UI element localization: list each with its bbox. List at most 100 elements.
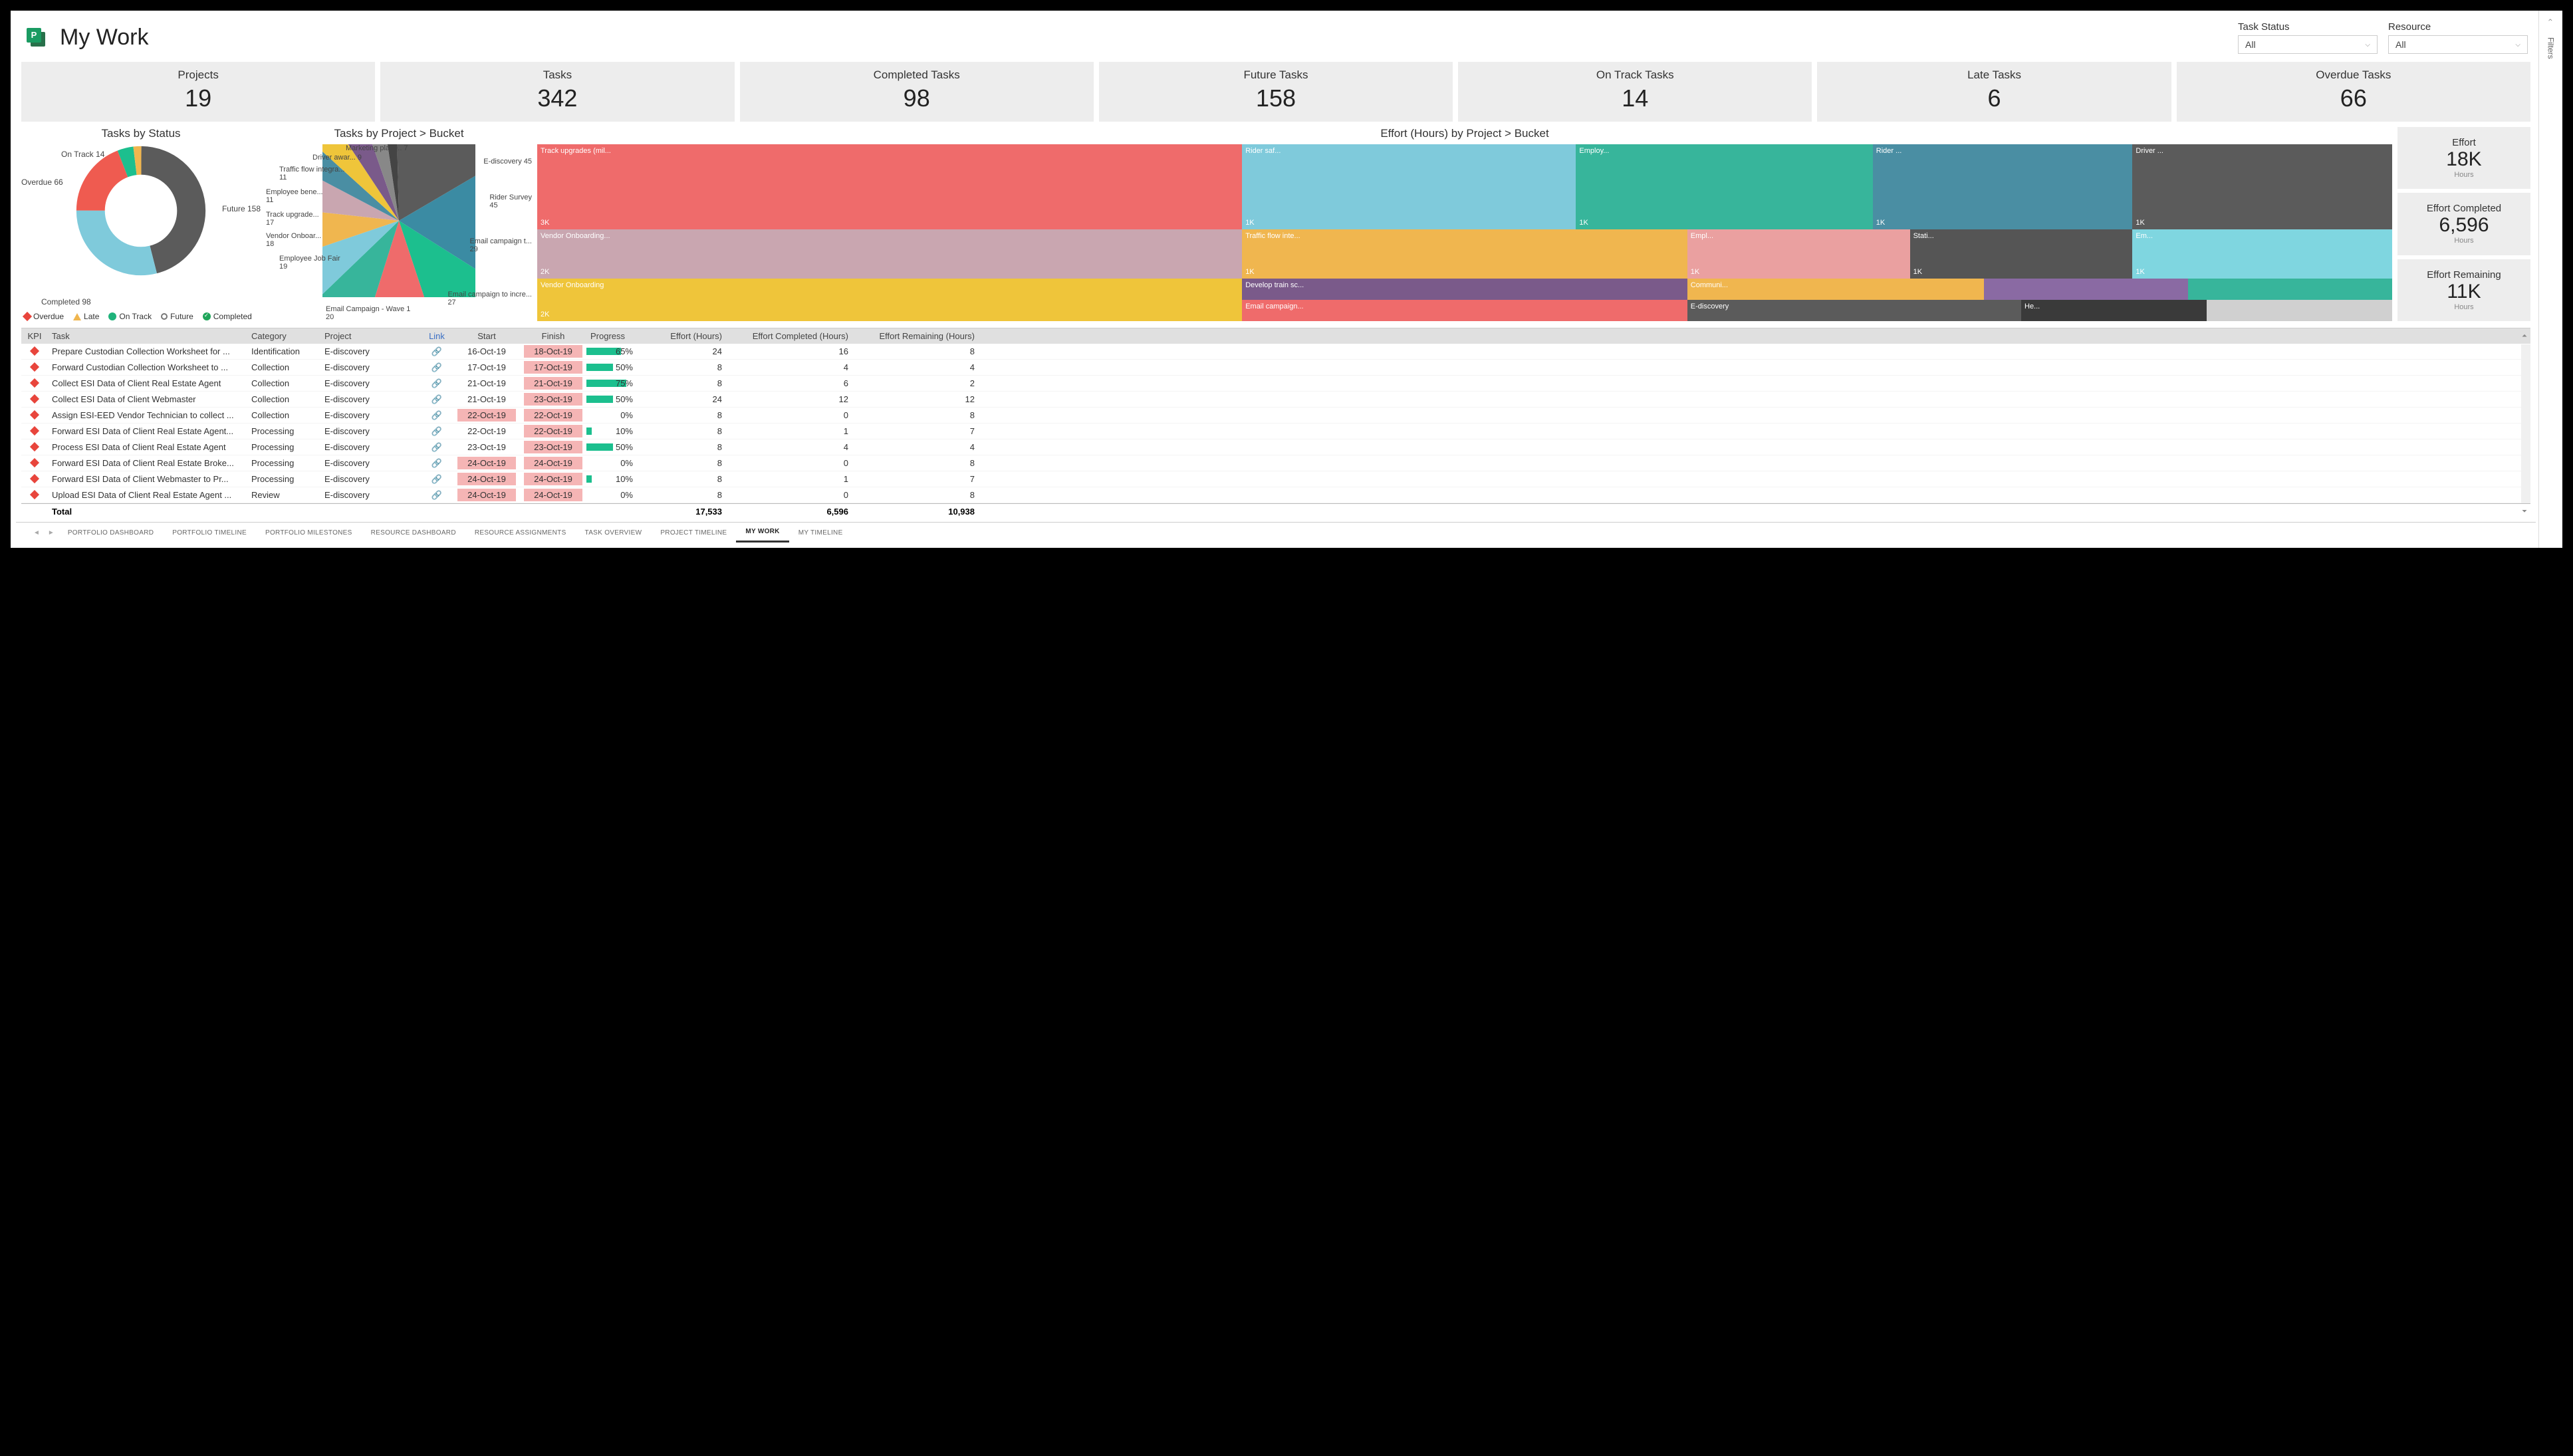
report-tab[interactable]: PORTFOLIO TIMELINE — [163, 524, 256, 542]
column-header[interactable]: Finish — [520, 331, 586, 341]
donut-chart[interactable]: Tasks by Status On Track 14 Overdue 66 F… — [21, 127, 261, 321]
table-row[interactable]: Collect ESI Data of Client Webmaster Col… — [21, 392, 2530, 408]
treemap-node[interactable]: Traffic flow inte... 1K — [1242, 229, 1687, 279]
cell-progress: 75% — [586, 378, 640, 388]
cell-finish: 18-Oct-19 — [520, 345, 586, 358]
treemap-node[interactable]: Develop train sc... — [1242, 279, 1687, 300]
legend-item[interactable]: Late — [73, 312, 99, 321]
link-icon[interactable]: 🔗 — [420, 426, 453, 437]
slicer-dropdown[interactable]: All ⌵ — [2388, 35, 2528, 54]
effort-card[interactable]: Effort Completed 6,596 Hours — [2397, 193, 2530, 255]
link-icon[interactable]: 🔗 — [420, 442, 453, 453]
cell-project: E-discovery — [320, 346, 420, 356]
filters-pane-toggle[interactable]: ‹ Filters — [2538, 11, 2562, 548]
report-tab[interactable]: TASK OVERVIEW — [576, 524, 652, 542]
effort-card-value: 18K — [2400, 148, 2528, 171]
total-effort: 17,533 — [640, 507, 726, 517]
cell-effort-completed: 4 — [726, 362, 852, 372]
report-tab[interactable]: PORTFOLIO MILESTONES — [256, 524, 362, 542]
treemap-node[interactable]: Rider ... 1K — [1873, 144, 2133, 229]
table-row[interactable]: Assign ESI-EED Vendor Technician to coll… — [21, 408, 2530, 424]
kpi-label: Overdue Tasks — [2179, 68, 2528, 82]
kpi-card[interactable]: Overdue Tasks 66 — [2177, 62, 2530, 122]
treemap-node[interactable] — [2207, 300, 2392, 321]
legend-text: On Track — [119, 312, 152, 321]
treemap-node[interactable]: Employ... 1K — [1576, 144, 1872, 229]
column-header[interactable]: KPI — [21, 331, 48, 341]
cell-effort-completed: 0 — [726, 458, 852, 468]
tab-nav-prev[interactable]: ◄ — [29, 529, 44, 537]
treemap-node[interactable]: E-discovery — [1687, 300, 2021, 321]
column-header[interactable]: Effort Remaining (Hours) — [852, 331, 979, 341]
effort-card-label: Effort Remaining — [2400, 269, 2528, 281]
task-table[interactable]: KPITaskCategoryProjectLinkStartFinishPro… — [21, 328, 2530, 519]
report-tab[interactable]: RESOURCE DASHBOARD — [362, 524, 465, 542]
effort-card[interactable]: Effort 18K Hours — [2397, 127, 2530, 189]
table-row[interactable]: Forward Custodian Collection Worksheet t… — [21, 360, 2530, 376]
effort-card-unit: Hours — [2400, 303, 2528, 311]
kpi-card[interactable]: Projects 19 — [21, 62, 375, 122]
kpi-card[interactable]: Future Tasks 158 — [1099, 62, 1453, 122]
legend-item[interactable]: On Track — [108, 312, 152, 321]
treemap-node[interactable]: Vendor Onboarding... 2K — [537, 229, 1242, 279]
kpi-card[interactable]: Late Tasks 6 — [1817, 62, 2171, 122]
treemap-chart[interactable]: Effort (Hours) by Project > Bucket Track… — [537, 127, 2392, 321]
report-tab[interactable]: PORTFOLIO DASHBOARD — [59, 524, 163, 542]
link-icon[interactable]: 🔗 — [420, 346, 453, 357]
report-tab[interactable]: MY TIMELINE — [789, 524, 852, 542]
treemap-node[interactable] — [1984, 279, 2188, 300]
treemap-node-name: Traffic flow inte... — [1245, 232, 1684, 240]
column-header[interactable]: Effort Completed (Hours) — [726, 331, 852, 341]
table-row[interactable]: Process ESI Data of Client Real Estate A… — [21, 439, 2530, 455]
treemap-node[interactable]: Em... 1K — [2132, 229, 2392, 279]
column-header[interactable]: Category — [247, 331, 320, 341]
legend-item[interactable]: Overdue — [24, 312, 64, 321]
link-icon[interactable]: 🔗 — [420, 490, 453, 501]
effort-card[interactable]: Effort Remaining 11K Hours — [2397, 259, 2530, 321]
column-header[interactable]: Project — [320, 331, 420, 341]
table-row[interactable]: Collect ESI Data of Client Real Estate A… — [21, 376, 2530, 392]
treemap-node-value: 1K — [1691, 268, 1699, 276]
slicer-dropdown[interactable]: All ⌵ — [2238, 35, 2378, 54]
column-header[interactable]: Start — [453, 331, 520, 341]
report-tab[interactable]: MY WORK — [736, 523, 789, 543]
table-row[interactable]: Upload ESI Data of Client Real Estate Ag… — [21, 487, 2530, 503]
table-row[interactable]: Forward ESI Data of Client Real Estate B… — [21, 455, 2530, 471]
treemap-node[interactable]: Communi... — [1687, 279, 1984, 300]
report-tab[interactable]: PROJECT TIMELINE — [651, 524, 736, 542]
kpi-card[interactable]: On Track Tasks 14 — [1458, 62, 1812, 122]
column-header[interactable]: Link — [420, 331, 453, 341]
column-header[interactable]: Progress — [586, 331, 640, 341]
treemap-node[interactable]: Rider saf... 1K — [1242, 144, 1576, 229]
treemap-node[interactable] — [2188, 279, 2392, 300]
treemap-node[interactable]: Empl... 1K — [1687, 229, 1910, 279]
link-icon[interactable]: 🔗 — [420, 458, 453, 469]
treemap-node[interactable]: He... — [2021, 300, 2207, 321]
treemap-node[interactable]: Vendor Onboarding 2K — [537, 279, 1242, 321]
link-icon[interactable]: 🔗 — [420, 362, 453, 373]
column-header[interactable]: Effort (Hours) — [640, 331, 726, 341]
scrollbar[interactable] — [2521, 344, 2530, 503]
link-icon[interactable]: 🔗 — [420, 410, 453, 421]
column-header[interactable]: Task — [48, 331, 247, 341]
treemap-node-value: 1K — [1913, 268, 1922, 276]
treemap-node[interactable]: Track upgrades (mil... 3K — [537, 144, 1242, 229]
tab-nav-next[interactable]: ► — [44, 529, 59, 537]
treemap-node[interactable]: Email campaign... — [1242, 300, 1687, 321]
table-row[interactable]: Forward ESI Data of Client Real Estate A… — [21, 424, 2530, 439]
treemap-node[interactable]: Driver ... 1K — [2132, 144, 2392, 229]
treemap-node[interactable]: Stati... 1K — [1910, 229, 2133, 279]
report-tab[interactable]: RESOURCE ASSIGNMENTS — [465, 524, 576, 542]
link-icon[interactable]: 🔗 — [420, 378, 453, 389]
link-icon[interactable]: 🔗 — [420, 474, 453, 485]
link-icon[interactable]: 🔗 — [420, 394, 453, 405]
cell-finish: 17-Oct-19 — [520, 361, 586, 374]
table-row[interactable]: Prepare Custodian Collection Worksheet f… — [21, 344, 2530, 360]
table-row[interactable]: Forward ESI Data of Client Webmaster to … — [21, 471, 2530, 487]
kpi-card[interactable]: Tasks 342 — [380, 62, 734, 122]
legend-item[interactable]: Future — [161, 312, 193, 321]
kpi-card[interactable]: Completed Tasks 98 — [740, 62, 1094, 122]
pie-chart[interactable]: Tasks by Project > Bucket — [266, 127, 532, 321]
donut-label: Future 158 — [222, 204, 261, 213]
legend-item[interactable]: Completed — [203, 312, 252, 321]
